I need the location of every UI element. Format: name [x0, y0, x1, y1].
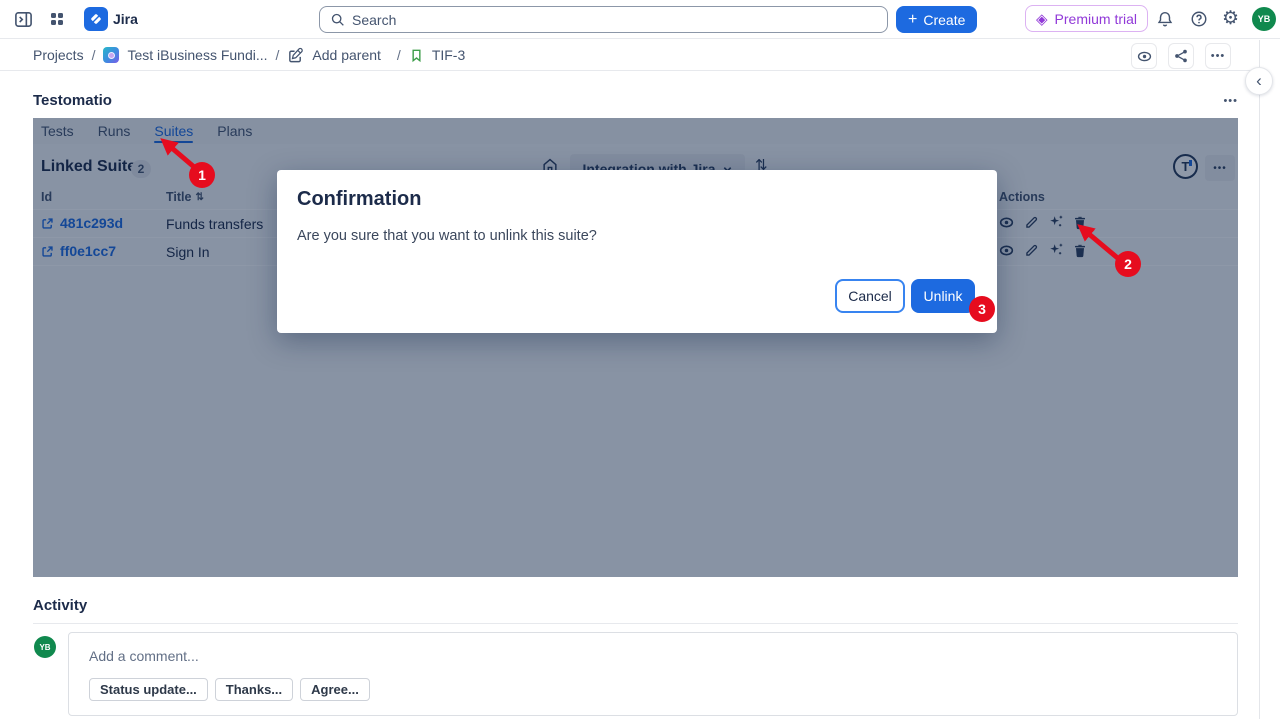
comment-avatar: YB	[34, 636, 56, 658]
confirmation-modal: Confirmation Are you sure that you want …	[277, 170, 997, 333]
breadcrumb-more-icon[interactable]: •••	[1205, 43, 1231, 69]
widget-more-icon[interactable]: •••	[1223, 95, 1238, 107]
testomatio-widget: Tests Runs Suites Plans Linked Suites 2 …	[33, 118, 1238, 577]
sidebar-toggle-icon[interactable]	[14, 10, 33, 29]
share-icon[interactable]	[1168, 43, 1194, 69]
cancel-button[interactable]: Cancel	[835, 279, 905, 313]
activity-title: Activity	[33, 597, 87, 614]
user-avatar[interactable]: YB	[1252, 7, 1276, 31]
premium-diamond-icon: ◈	[1036, 10, 1048, 28]
breadcrumb-project-name[interactable]: Test iBusiness Fundi...	[127, 47, 267, 63]
right-rail-divider	[1259, 40, 1260, 719]
unlink-button[interactable]: Unlink	[911, 279, 975, 313]
story-bookmark-icon	[409, 48, 424, 63]
jira-logo[interactable]	[84, 7, 108, 31]
breadcrumb-projects[interactable]: Projects	[33, 47, 84, 63]
plus-icon: +	[908, 12, 917, 28]
premium-trial-button[interactable]: ◈ Premium trial	[1025, 5, 1148, 32]
app-switcher-icon[interactable]	[48, 10, 66, 28]
jira-issue-page: Jira + Create ◈ Premium trial	[0, 0, 1280, 719]
comment-placeholder: Add a comment...	[89, 648, 199, 664]
project-avatar-icon	[103, 47, 119, 63]
help-icon[interactable]	[1190, 10, 1208, 28]
search-icon	[330, 12, 345, 27]
breadcrumb: Projects / Test iBusiness Fundi... / Add…	[0, 40, 1259, 71]
breadcrumb-add-parent[interactable]: Add parent	[312, 47, 381, 63]
watch-icon[interactable]	[1131, 43, 1157, 69]
quick-reply-thanks[interactable]: Thanks...	[215, 678, 293, 701]
collapse-panel-chevron-icon[interactable]: ‹	[1245, 67, 1273, 95]
widget-title: Testomatio	[33, 92, 112, 109]
comment-box[interactable]: Add a comment... Status update... Thanks…	[68, 632, 1238, 716]
modal-message: Are you sure that you want to unlink thi…	[297, 228, 597, 244]
top-navigation-bar: Jira + Create ◈ Premium trial	[0, 0, 1280, 39]
quick-reply-agree[interactable]: Agree...	[300, 678, 370, 701]
search-input[interactable]	[352, 12, 877, 28]
edit-icon	[287, 47, 304, 64]
settings-gear-icon[interactable]: ⚙	[1222, 9, 1239, 28]
app-name: Jira	[113, 11, 138, 27]
search-bar[interactable]	[319, 6, 888, 33]
modal-title: Confirmation	[297, 188, 421, 211]
notifications-bell-icon[interactable]	[1156, 10, 1174, 28]
quick-reply-status-update[interactable]: Status update...	[89, 678, 208, 701]
create-button[interactable]: + Create	[896, 6, 977, 33]
breadcrumb-issue-key[interactable]: TIF-3	[432, 47, 465, 63]
